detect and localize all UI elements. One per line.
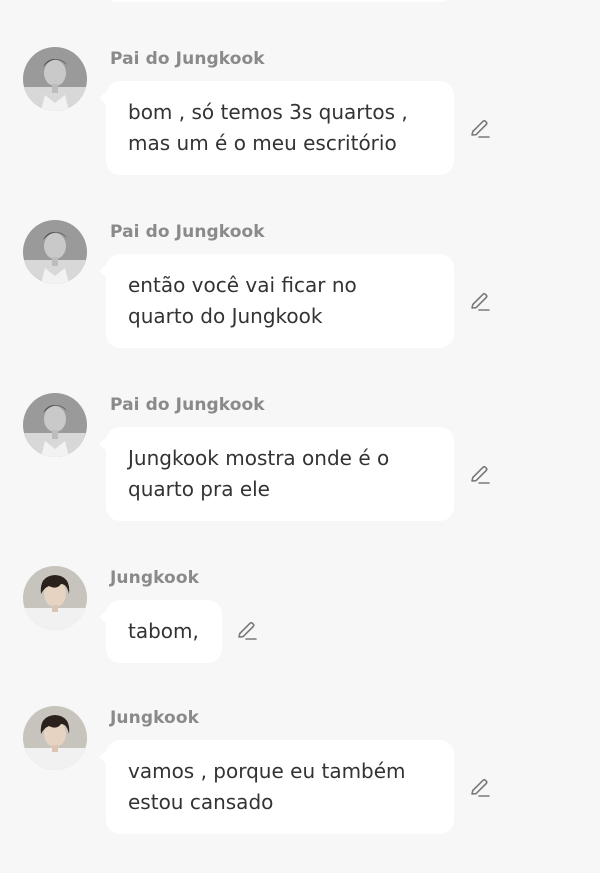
pencil-edit-icon[interactable]	[468, 463, 492, 487]
message-text-line: tabom,	[128, 619, 199, 643]
father-avatar[interactable]	[23, 393, 87, 457]
bubble-tail	[99, 750, 107, 764]
message-bubble[interactable]: bom , só temos 3s quartos , mas um é o m…	[99, 81, 454, 175]
message-text-line: quarto do Jungkook	[128, 304, 323, 328]
bubble-tail	[99, 91, 107, 105]
message-bubble[interactable]: então você vai ficar no quarto do Jungko…	[99, 254, 454, 348]
bubble-tail	[99, 610, 107, 624]
pencil-edit-icon[interactable]	[468, 776, 492, 800]
message-text-line: então você vai ficar no	[128, 273, 357, 297]
jungkook-avatar[interactable]	[23, 566, 87, 630]
sender-name: Pai do Jungkook	[110, 49, 265, 69]
message-text-line: bom , só temos 3s quartos ,	[128, 100, 408, 124]
father-avatar[interactable]	[23, 47, 87, 111]
jungkook-portrait-avatar	[23, 706, 87, 770]
jungkook-avatar[interactable]	[23, 706, 87, 770]
message-bubble[interactable]: vamos , porque eu também estou cansado	[99, 740, 454, 834]
father-portrait-avatar	[23, 220, 87, 284]
message-text-line: quarto pra ele	[128, 477, 270, 501]
father-portrait-avatar	[23, 47, 87, 111]
sender-name: Jungkook	[110, 568, 200, 588]
sender-name: Pai do Jungkook	[110, 222, 265, 242]
message-text-line: estou cansado	[128, 790, 274, 814]
message-bubble[interactable]: Jungkook mostra onde é o quarto pra ele	[99, 427, 454, 521]
sender-name: Pai do Jungkook	[110, 395, 265, 415]
message-text-line: mas um é o meu escritório	[128, 131, 397, 155]
previous-message-bubble	[106, 0, 452, 2]
message-bubble[interactable]: tabom,	[99, 600, 222, 663]
pencil-edit-icon[interactable]	[235, 619, 259, 643]
bubble-tail	[99, 264, 107, 278]
bubble-tail	[99, 437, 107, 451]
sender-name: Jungkook	[110, 708, 200, 728]
pencil-edit-icon[interactable]	[468, 290, 492, 314]
message-text-line: vamos , porque eu também	[128, 759, 406, 783]
pencil-edit-icon[interactable]	[468, 117, 492, 141]
father-avatar[interactable]	[23, 220, 87, 284]
message-text-line: Jungkook mostra onde é o	[128, 446, 390, 470]
father-portrait-avatar	[23, 393, 87, 457]
jungkook-portrait-avatar	[23, 566, 87, 630]
